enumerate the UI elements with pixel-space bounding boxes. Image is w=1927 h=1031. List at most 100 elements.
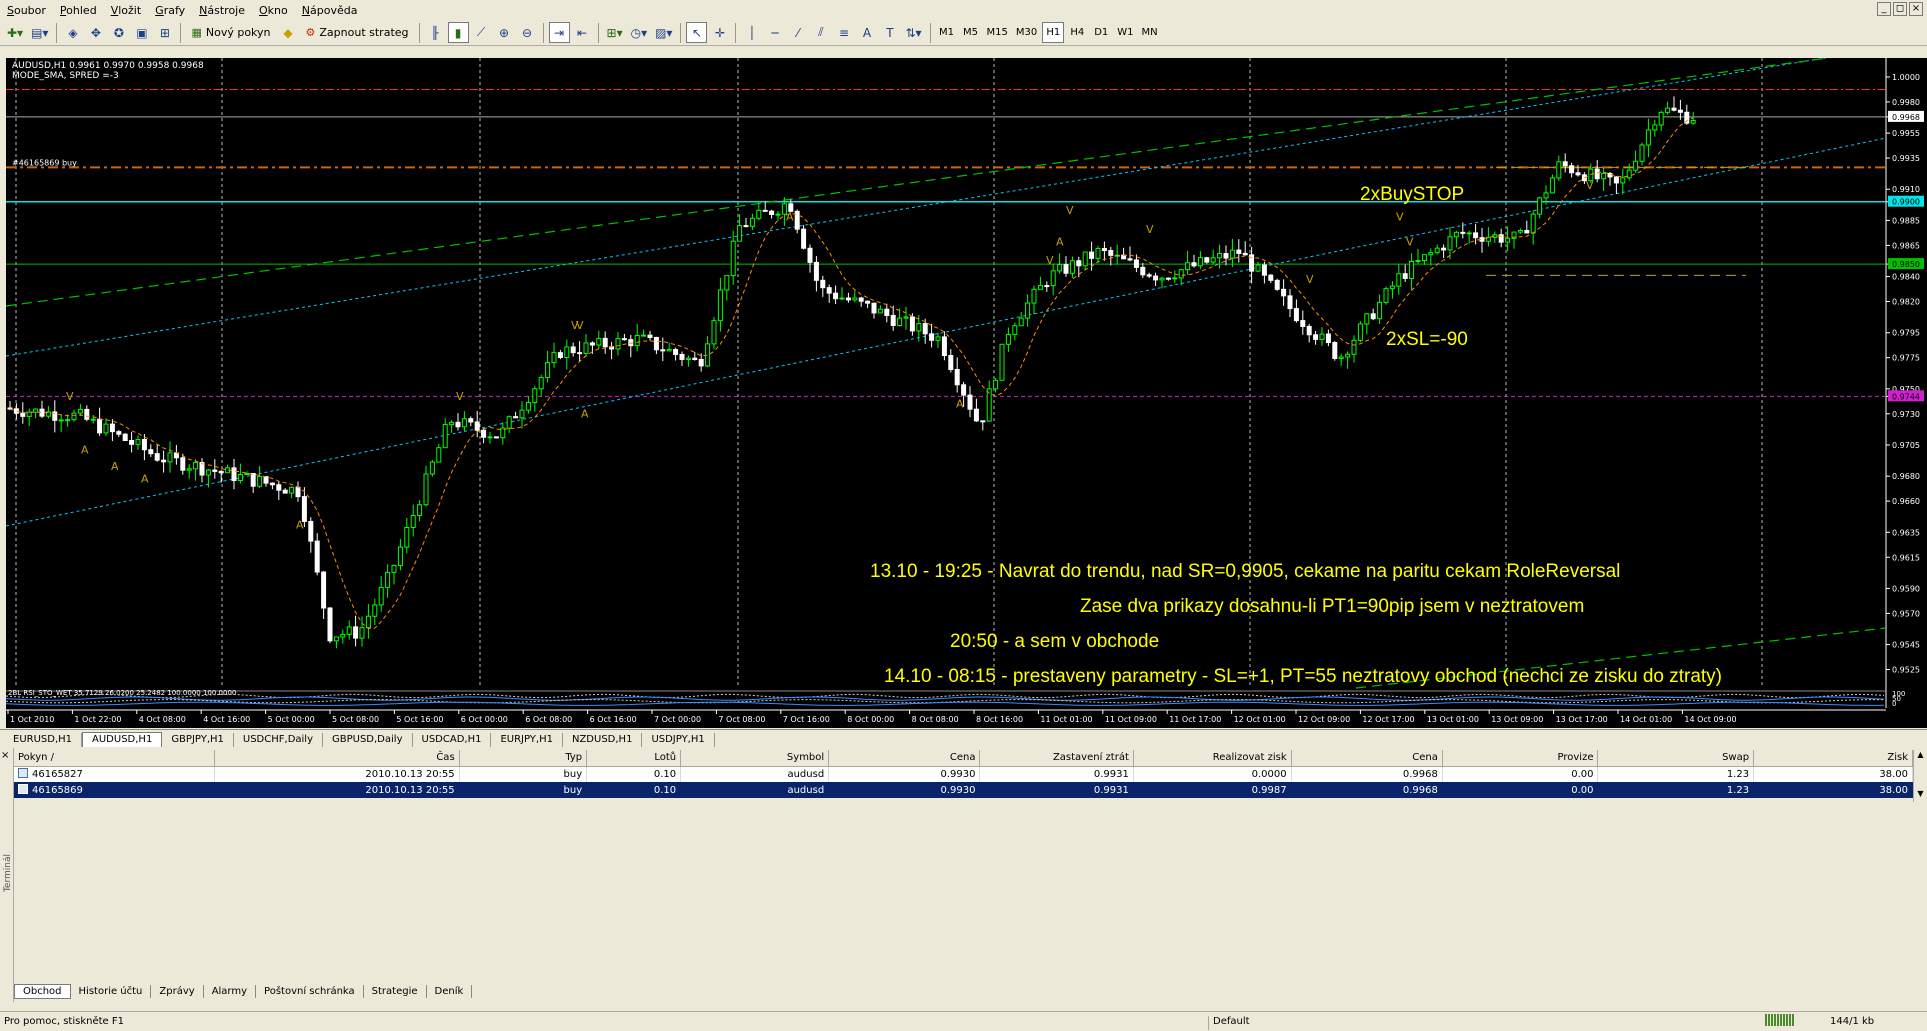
expert-advisors-button[interactable]: ⚙ Zapnout strateg bbox=[301, 22, 414, 43]
candle-chart-icon[interactable]: ▮ bbox=[447, 22, 469, 43]
period-m30[interactable]: M30 bbox=[1013, 22, 1040, 43]
chart-tab-usdjpy[interactable]: USDJPY,H1 bbox=[642, 733, 715, 747]
chart-shift-icon[interactable]: ⇤ bbox=[572, 22, 593, 43]
col-swap[interactable]: Swap bbox=[1597, 750, 1755, 767]
period-h1[interactable]: H1 bbox=[1042, 22, 1065, 43]
col-type[interactable]: Typ bbox=[459, 750, 588, 767]
chart-tab-usdchf[interactable]: USDCHF,Daily bbox=[234, 733, 323, 747]
fractal-down-marker: A bbox=[956, 398, 964, 411]
metaeditor-icon[interactable]: ◆ bbox=[278, 22, 299, 43]
tab-mailbox[interactable]: Poštovní schránka bbox=[256, 984, 364, 998]
col-price[interactable]: Cena bbox=[828, 750, 981, 767]
terminal-icon[interactable]: ▣ bbox=[131, 22, 152, 43]
candle-body bbox=[1300, 320, 1306, 327]
fractal-up-marker: V bbox=[1586, 179, 1594, 192]
tab-journal[interactable]: Deník bbox=[427, 984, 473, 998]
chart-tab-nzdusd[interactable]: NZDUSD,H1 bbox=[563, 733, 643, 747]
period-d1[interactable]: D1 bbox=[1090, 22, 1112, 43]
period-m5[interactable]: M5 bbox=[960, 22, 982, 43]
menu-view[interactable]: Pohled bbox=[53, 4, 104, 17]
table-row[interactable]: 46165827 2010.10.13 20:55 buy 0.10 audus… bbox=[14, 766, 1913, 782]
col-stop-loss[interactable]: Zastavení ztrát bbox=[979, 750, 1134, 767]
tab-news[interactable]: Zprávy bbox=[151, 984, 204, 998]
col-profit[interactable]: Zisk bbox=[1753, 750, 1913, 767]
col-order[interactable]: Pokyn / bbox=[14, 750, 216, 767]
period-w1[interactable]: W1 bbox=[1114, 22, 1136, 43]
channel-icon[interactable]: ⫽ bbox=[810, 22, 831, 43]
tab-trade[interactable]: Obchod bbox=[14, 983, 71, 999]
new-order-button[interactable]: ▦ Nový pokyn bbox=[186, 22, 275, 43]
menu-insert[interactable]: Vložit bbox=[104, 4, 148, 17]
annotation-line-1: 13.10 - 19:25 - Navrat do trendu, nad SR… bbox=[870, 561, 1621, 582]
close-icon[interactable]: × bbox=[1, 750, 9, 761]
templates-icon[interactable]: ▨▾ bbox=[652, 22, 675, 43]
time-tick-label: 1 Oct 22:00 bbox=[74, 715, 121, 724]
chart-canvas[interactable]: 1.0000 0.9980 0.9968 0.9955 0.9935 0.9910 0.99… bbox=[6, 58, 1927, 728]
bar-chart-icon[interactable]: ╟ bbox=[425, 22, 446, 43]
menu-window[interactable]: Okno bbox=[252, 4, 295, 17]
candle-body bbox=[1639, 144, 1645, 162]
cursor-icon[interactable]: ↖ bbox=[686, 22, 708, 43]
menu-tools[interactable]: Nástroje bbox=[192, 4, 252, 17]
chart-tab-gbpusd[interactable]: GBPUSD,Daily bbox=[323, 733, 413, 747]
minimize-button[interactable]: _ bbox=[1877, 2, 1891, 16]
zoom-in-icon[interactable]: ⊕ bbox=[494, 22, 515, 43]
chart-tab-gbpjpy[interactable]: GBPJPY,H1 bbox=[162, 733, 234, 747]
menu-file[interactable]: Soubor bbox=[0, 4, 53, 17]
favorites-icon[interactable]: ✪ bbox=[108, 22, 129, 43]
fibonacci-icon[interactable]: ≡ bbox=[833, 22, 854, 43]
price-tick-label: 0.9775 bbox=[1892, 354, 1920, 363]
menu-charts[interactable]: Grafy bbox=[148, 4, 192, 17]
col-current-price[interactable]: Cena bbox=[1291, 750, 1443, 767]
candle-body bbox=[692, 357, 698, 360]
col-symbol[interactable]: Symbol bbox=[680, 750, 830, 767]
tester-icon[interactable]: ⊞ bbox=[154, 22, 175, 43]
zoom-out-icon[interactable]: ⊖ bbox=[517, 22, 538, 43]
table-row[interactable]: 46165869 2010.10.13 20:55 buy 0.10 audus… bbox=[14, 782, 1913, 798]
period-m15[interactable]: M15 bbox=[984, 22, 1011, 43]
horizontal-line-icon[interactable]: ─ bbox=[764, 22, 785, 43]
price-chart[interactable]: 1.0000 0.9980 0.9968 0.9955 0.9935 0.9910 0.99… bbox=[6, 58, 1927, 728]
tab-alerts[interactable]: Alarmy bbox=[204, 984, 257, 998]
chart-tab-audusd[interactable]: AUDUSD,H1 bbox=[82, 732, 163, 747]
period-h4[interactable]: H4 bbox=[1066, 22, 1088, 43]
period-m1[interactable]: M1 bbox=[936, 22, 958, 43]
time-tick-label: 14 Oct 09:00 bbox=[1684, 715, 1736, 724]
restore-button[interactable]: ◻ bbox=[1893, 2, 1907, 16]
new-chart-icon[interactable]: ✚▾ bbox=[4, 22, 26, 43]
chart-tab-usdcad[interactable]: USDCAD,H1 bbox=[413, 733, 492, 747]
navigator-icon[interactable]: ✥ bbox=[85, 22, 106, 43]
market-watch-icon[interactable]: ◈ bbox=[62, 22, 83, 43]
cell-lots: 0.10 bbox=[586, 782, 682, 798]
chart-tab-eurjpy[interactable]: EURJPY,H1 bbox=[491, 733, 563, 747]
scroll-down-icon[interactable]: ▼ bbox=[1914, 789, 1927, 798]
scroll-up-icon[interactable]: ▲ bbox=[1914, 750, 1927, 759]
vertical-line-icon[interactable]: │ bbox=[741, 22, 762, 43]
candle-body bbox=[634, 335, 640, 347]
candle-body bbox=[839, 297, 845, 300]
arrows-icon[interactable]: ⇅▾ bbox=[902, 22, 924, 43]
tab-experts[interactable]: Strategie bbox=[364, 984, 427, 998]
indicators-icon[interactable]: ⊞▾ bbox=[604, 22, 626, 43]
profiles-icon[interactable]: ▤▾ bbox=[28, 22, 51, 43]
terminal-scrollbar[interactable]: ▲ ▼ bbox=[1913, 750, 1927, 802]
candle-body bbox=[884, 308, 890, 316]
crosshair-icon[interactable]: ✛ bbox=[709, 22, 730, 43]
col-lots[interactable]: Lotů bbox=[586, 750, 682, 767]
period-mn[interactable]: MN bbox=[1139, 22, 1161, 43]
candle-body bbox=[141, 439, 147, 451]
chart-tab-eurusd[interactable]: EURUSD,H1 bbox=[4, 733, 83, 747]
close-button[interactable]: × bbox=[1909, 2, 1923, 16]
text-label-icon[interactable]: T bbox=[879, 22, 900, 43]
autoscroll-icon[interactable]: ⇥ bbox=[548, 22, 570, 43]
fractal-down-marker: A bbox=[786, 210, 794, 223]
trendline-icon[interactable]: ⁄ bbox=[787, 22, 808, 43]
text-icon[interactable]: A bbox=[856, 22, 877, 43]
col-take-profit[interactable]: Realizovat zisk bbox=[1133, 750, 1292, 767]
col-time[interactable]: Čas bbox=[214, 750, 460, 767]
tab-account-history[interactable]: Historie účtu bbox=[71, 984, 152, 998]
line-chart-icon[interactable]: ⟋ bbox=[471, 22, 492, 43]
col-commission[interactable]: Provize bbox=[1442, 750, 1599, 767]
periods-icon[interactable]: ◷▾ bbox=[628, 22, 651, 43]
menu-help[interactable]: Nápověda bbox=[295, 4, 365, 17]
